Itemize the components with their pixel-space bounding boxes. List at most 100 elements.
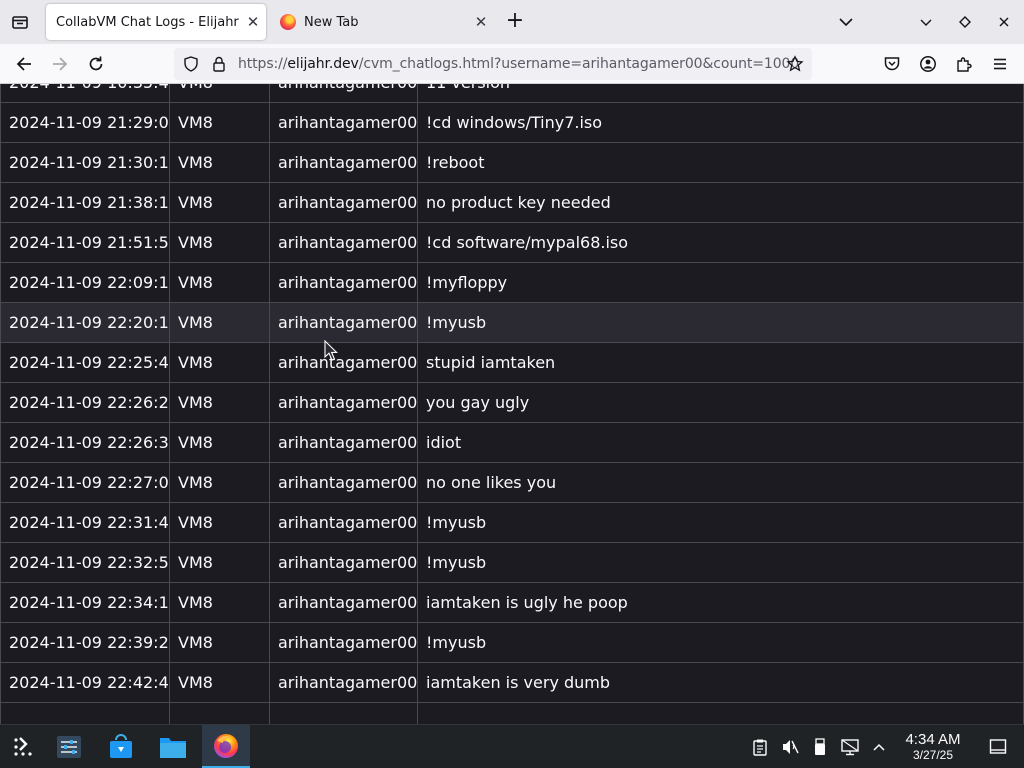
log-message: stupid iamtaken (417, 342, 1024, 383)
table-row: 2024-11-09 10:35:46VM8arihantagamer0011 … (0, 84, 1024, 103)
show-hidden-icons-button[interactable] (869, 737, 889, 757)
tab-new-tab[interactable]: New Tab ✕ (270, 4, 494, 40)
chevron-up-icon (873, 743, 885, 751)
log-vm: VM8 (169, 462, 270, 503)
url-text[interactable]: https://elijahr.dev/cvm_chatlogs.html?us… (238, 56, 799, 72)
log-vm: VM8 (169, 542, 270, 583)
log-timestamp: 2024-11-09 22:27:05 (0, 462, 170, 503)
pocket-button[interactable] (880, 52, 904, 76)
log-username: arihantagamer00 (269, 222, 418, 263)
usb-drive-icon (815, 738, 825, 755)
table-row: 2024-11-09 22:20:18 VM8 arihantagamer00 !my… (0, 302, 1024, 343)
log-vm: VM8 (169, 302, 270, 343)
account-button[interactable] (916, 52, 940, 76)
forward-button[interactable] (48, 52, 72, 76)
taskbar-system-settings[interactable] (46, 725, 92, 768)
log-message: !myusb (417, 502, 1024, 543)
list-all-tabs-icon[interactable] (836, 12, 856, 32)
log-message: !myusb (417, 542, 1024, 583)
log-username: arihantagamer00 (269, 342, 418, 383)
volume-tray[interactable] (780, 737, 800, 757)
log-username: arihantagamer00 (269, 84, 418, 103)
account-icon (920, 56, 936, 72)
log-vm: VM8 (169, 342, 270, 383)
log-timestamp: 2024-11-09 22:32:57 (0, 542, 170, 583)
firefox-view-button[interactable] (8, 10, 32, 34)
address-bar[interactable]: https://elijahr.dev/cvm_chatlogs.html?us… (174, 48, 812, 80)
removable-devices-tray[interactable] (810, 737, 830, 757)
back-arrow-icon (16, 57, 31, 71)
page-content[interactable]: 2024-11-09 10:35:46VM8arihantagamer0011 … (0, 84, 1024, 724)
chat-log-table: 2024-11-09 10:35:46VM8arihantagamer0011 … (0, 84, 1024, 724)
log-timestamp: 2024-11-09 22:39:27 (0, 622, 170, 663)
log-timestamp: 2024-11-09 21:51:56 (0, 222, 170, 263)
table-row: 2024-11-09 22:31:44 VM8 arihantagamer00 !my… (0, 502, 1024, 543)
tab-collabvm-chat-logs[interactable]: CollabVM Chat Logs - Elijahr's ✕ (46, 4, 266, 40)
log-vm: VM8 (169, 382, 270, 423)
hamburger-menu-icon (994, 58, 1006, 70)
log-timestamp: 2024-11-09 21:38:15 (0, 182, 170, 223)
application-launcher-button[interactable] (0, 725, 46, 768)
firefox-view-icon (12, 16, 28, 29)
log-username: arihantagamer00 (269, 622, 418, 663)
back-button[interactable] (12, 52, 36, 76)
file-manager-icon (160, 738, 186, 758)
mouse-cursor-icon (324, 340, 338, 361)
log-timestamp: 2024-11-09 22:26:22 (0, 382, 170, 423)
lock-icon[interactable] (210, 55, 228, 73)
clipboard-tray[interactable] (750, 737, 770, 757)
table-row: 2024-11-09 22:42:43 VM8 arihantagamer00 iam… (0, 662, 1024, 703)
show-desktop-button[interactable] (988, 737, 1008, 757)
log-message: 11 version (417, 84, 1024, 103)
tab-strip: CollabVM Chat Logs - Elijahr's ✕ New Tab… (0, 0, 1024, 44)
maximize-icon[interactable] (955, 12, 975, 32)
navigation-toolbar: https://elijahr.dev/cvm_chatlogs.html?us… (0, 44, 1024, 84)
volume-muted-icon (783, 740, 799, 754)
log-vm: VM8 (169, 662, 270, 703)
network-tray[interactable] (840, 737, 860, 757)
log-message: !cd windows/Tiny7.iso (417, 102, 1024, 143)
log-timestamp: 2024-11-09 22:42:43 (0, 662, 170, 703)
log-timestamp: 2024-11-09 22:31:44 (0, 502, 170, 543)
log-username: arihantagamer00 (269, 582, 418, 623)
table-row: 2024-11-09 22:32:57 VM8 arihantagamer00 !my… (0, 542, 1024, 583)
url-domain: elijahr.dev (287, 56, 359, 72)
clipboard-icon (753, 739, 767, 756)
log-vm (169, 702, 270, 724)
log-message: you gay ugly (417, 382, 1024, 423)
clock-time: 4:34 AM (905, 731, 961, 748)
taskbar-file-manager[interactable] (150, 725, 196, 768)
log-username: arihantagamer00 (269, 662, 418, 703)
log-timestamp: 2024-11-09 22:09:16 (0, 262, 170, 303)
firefox-favicon-icon (280, 14, 296, 30)
new-tab-button[interactable]: + (503, 10, 527, 34)
log-vm: VM8 (169, 222, 270, 263)
table-row: 2024-11-09 21:30:17 VM8 arihantagamer00 !re… (0, 142, 1024, 183)
close-tab-icon[interactable]: ✕ (468, 13, 494, 31)
table-row (0, 702, 1024, 724)
reload-button[interactable] (84, 52, 108, 76)
close-tab-icon[interactable]: ✕ (240, 13, 266, 31)
close-window-icon[interactable] (994, 12, 1014, 32)
minimize-icon[interactable] (916, 12, 936, 32)
extensions-button[interactable] (952, 52, 976, 76)
log-vm: VM8 (169, 582, 270, 623)
discover-store-icon (110, 734, 132, 758)
log-timestamp (0, 702, 170, 724)
tracking-protection-shield-icon[interactable] (182, 55, 200, 73)
log-username: arihantagamer00 (269, 182, 418, 223)
taskbar-discover[interactable] (98, 725, 144, 768)
digital-clock[interactable]: 4:34 AM 3/27/25 (894, 731, 972, 762)
app-menu-button[interactable] (988, 52, 1012, 76)
log-message: no one likes you (417, 462, 1024, 503)
log-message: !myfloppy (417, 262, 1024, 303)
table-row: 2024-11-09 22:34:14 VM8 arihantagamer00 iam… (0, 582, 1024, 623)
taskbar: 4:34 AM 3/27/25 (0, 724, 1024, 768)
url-path: /cvm_chatlogs.html?username=arihantagame… (358, 56, 800, 72)
taskbar-firefox[interactable] (202, 725, 250, 768)
log-vm: VM8 (169, 182, 270, 223)
firefox-icon (214, 733, 238, 758)
table-row: 2024-11-09 21:29:04 VM8 arihantagamer00 !cd… (0, 102, 1024, 143)
log-username: arihantagamer00 (269, 382, 418, 423)
bookmark-star-icon[interactable] (786, 55, 804, 73)
